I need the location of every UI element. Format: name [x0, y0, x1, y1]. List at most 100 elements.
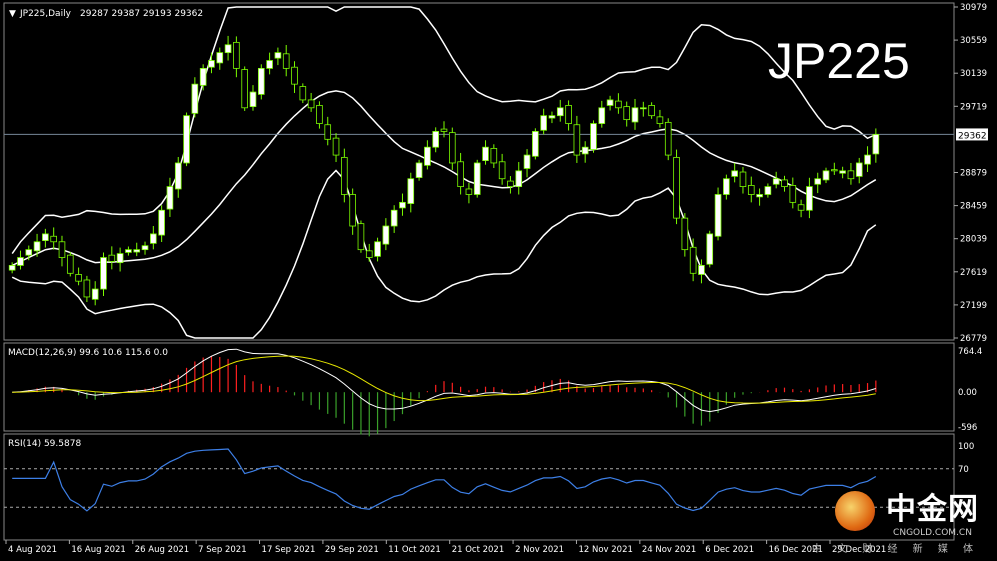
candle-body	[58, 241, 66, 258]
candle-body	[42, 233, 49, 241]
price-axis-label: 30979	[960, 3, 987, 13]
candle-body	[83, 279, 91, 298]
candle-body	[747, 185, 755, 195]
watermark-cn: 中金网	[886, 492, 979, 527]
ohlc-readout: 29287 29387 29193 29362	[80, 9, 203, 19]
candle-body	[341, 157, 348, 195]
date-axis-label: 24 Nov 2021	[642, 545, 696, 555]
candle-body	[233, 41, 240, 69]
cngold-logo-icon	[834, 491, 875, 531]
date-axis-label: 21 Oct 2021	[452, 545, 505, 555]
price-axis-label: 30139	[960, 69, 987, 79]
candle-body	[764, 186, 772, 195]
candle-body	[224, 44, 232, 54]
candle-body	[291, 66, 298, 85]
candle-body	[714, 194, 722, 237]
candle-body	[199, 67, 207, 86]
candle-body	[324, 124, 332, 140]
price-axis-label: 27619	[960, 268, 987, 278]
candle-body	[548, 115, 556, 119]
candle-body	[174, 162, 182, 190]
candle-body	[457, 161, 464, 188]
candle-body	[822, 170, 830, 181]
date-axis-label: 11 Oct 2021	[388, 545, 441, 555]
price-axis-label: 28879	[960, 169, 987, 179]
candle-body	[864, 154, 871, 165]
candle-body	[706, 233, 714, 265]
candle-body	[100, 257, 107, 290]
candle-body	[50, 235, 57, 243]
candle-body	[349, 194, 356, 227]
candle-body	[631, 107, 639, 123]
candle-body	[507, 180, 514, 188]
candle-body	[166, 186, 174, 210]
candle-body	[440, 128, 448, 132]
candle-body	[540, 115, 547, 131]
rsi-title: RSI(14) 59.5878	[8, 439, 81, 449]
big-symbol-title: JP225	[768, 33, 910, 89]
symbol-label: JP225,Daily	[19, 9, 72, 19]
candle-body	[448, 132, 456, 164]
candle-body	[640, 107, 647, 110]
watermark: 中金网 CNGOLD.COM.CN 中 文 财 经 新 媒 体	[812, 484, 979, 555]
candle-body	[241, 69, 248, 109]
candle-body	[465, 188, 473, 195]
candle-body	[116, 253, 124, 264]
candle-body	[407, 178, 415, 204]
candle-body	[598, 107, 606, 124]
price-axis-label: 29719	[960, 102, 987, 112]
candle-body	[839, 170, 846, 174]
candle-body	[365, 250, 373, 258]
candle-body	[216, 52, 224, 64]
candle-body	[565, 105, 572, 124]
candle-body	[8, 265, 16, 271]
rsi-axis-label: 70	[958, 465, 969, 475]
price-axis-label: 26779	[960, 334, 987, 344]
candle-body	[133, 249, 141, 253]
candle-body	[75, 274, 82, 282]
candle-body	[432, 131, 440, 148]
macd-line	[12, 348, 876, 413]
price-axis-label: 30559	[960, 36, 987, 46]
candle-body	[831, 169, 838, 172]
candle-body	[415, 162, 423, 178]
candle-body	[399, 201, 406, 209]
date-axis-label: 2 Nov 2021	[515, 545, 564, 555]
candle-body	[257, 67, 265, 95]
candle-body	[532, 131, 539, 157]
candle-body	[772, 178, 780, 185]
rsi-line	[12, 448, 877, 512]
candle-body	[382, 225, 390, 245]
candle-body	[789, 185, 797, 203]
symbol-dropdown-arrow[interactable]: ▼	[9, 9, 16, 19]
candle-body	[681, 217, 689, 251]
candle-body	[25, 249, 33, 256]
date-axis-label: 16 Aug 2021	[71, 545, 125, 555]
candle-body	[374, 241, 381, 257]
candle-body	[606, 99, 614, 106]
candle-body	[332, 137, 340, 156]
candle-body	[806, 186, 813, 211]
candle-body	[141, 245, 149, 251]
watermark-tagline: 中 文 财 经 新 媒 体	[811, 544, 979, 555]
candle-body	[731, 170, 738, 177]
candle-body	[797, 204, 805, 211]
rsi-axis-label: 100	[958, 442, 974, 452]
candle-body	[424, 146, 431, 166]
candle-body	[648, 105, 655, 117]
candle-body	[515, 170, 523, 188]
candle-body	[739, 171, 747, 188]
price-axis-label: 28039	[960, 235, 987, 245]
candle-body	[66, 254, 74, 274]
candle-body	[266, 60, 273, 69]
macd-axis-label: -596	[958, 423, 977, 433]
date-axis-label: 4 Aug 2021	[8, 545, 57, 555]
candle-body	[847, 170, 855, 180]
candle-body	[307, 99, 315, 109]
candle-body	[556, 107, 564, 117]
price-axis-label: 27199	[960, 301, 987, 311]
candle-body	[573, 124, 581, 156]
date-axis-label: 29 Sep 2021	[325, 545, 379, 555]
candle-body	[590, 123, 597, 150]
candle-body	[191, 83, 199, 114]
